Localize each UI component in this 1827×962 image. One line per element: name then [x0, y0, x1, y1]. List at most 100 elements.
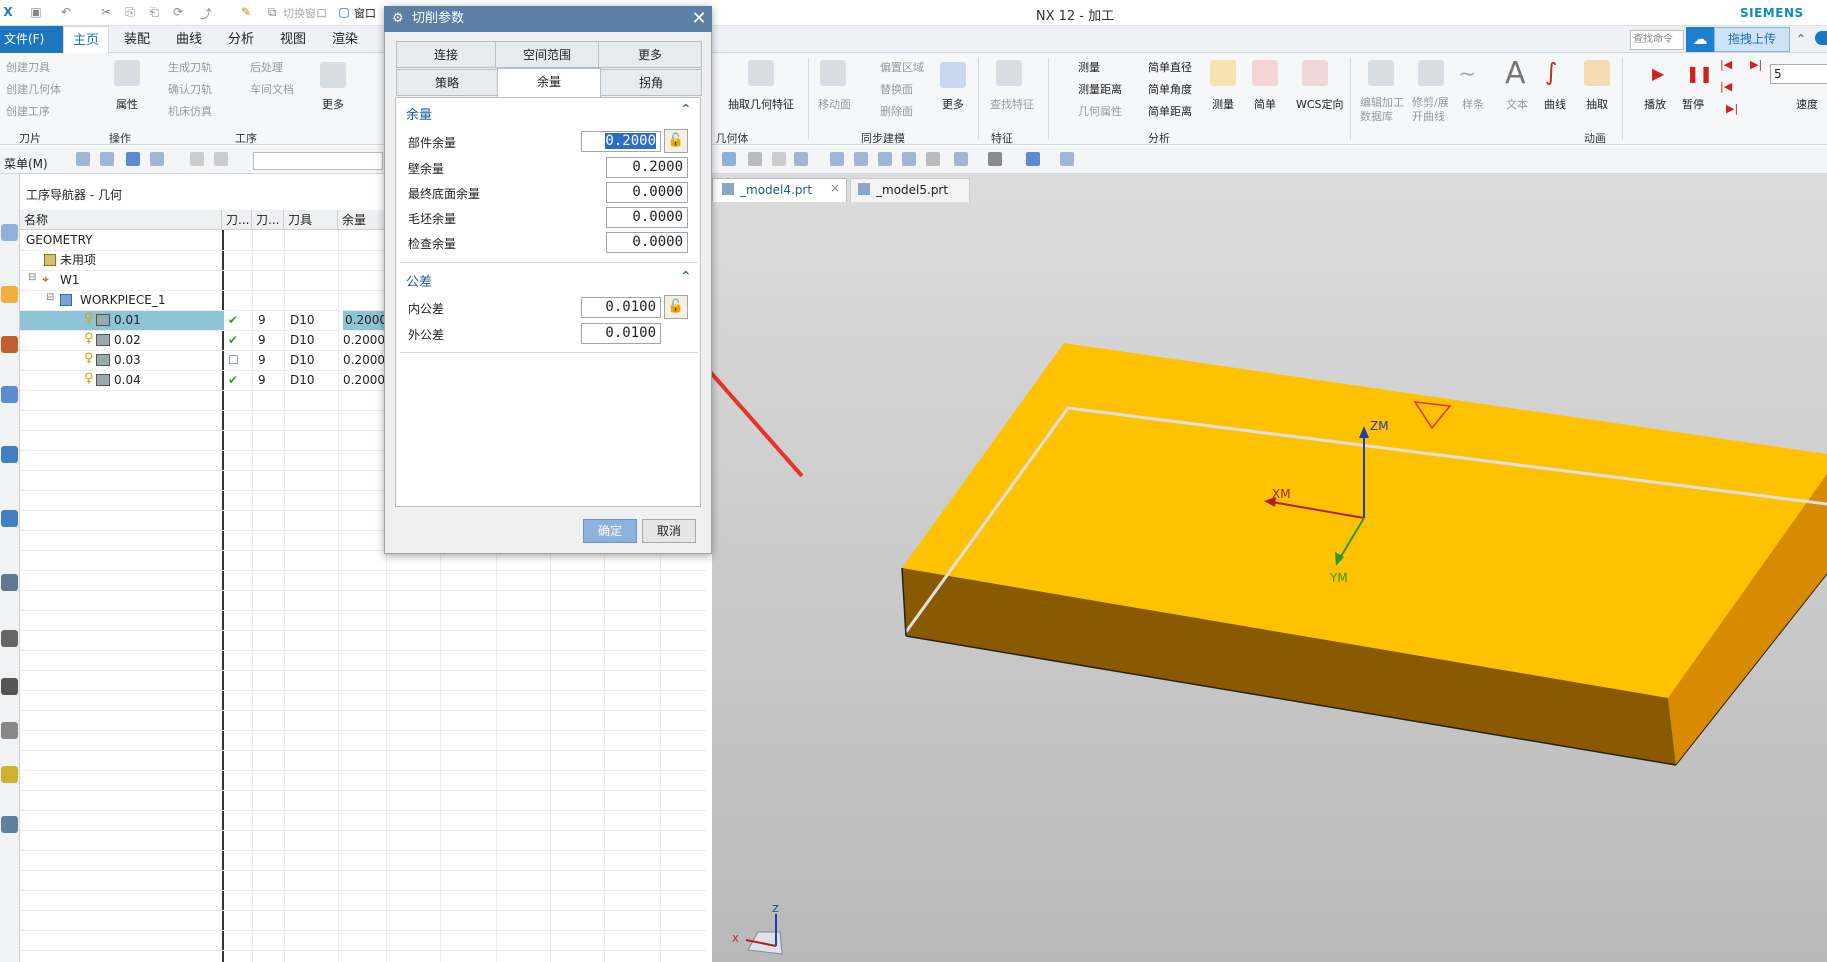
fit-icon[interactable] — [830, 152, 844, 166]
trim-curve-button[interactable]: 修剪/展开曲线 — [1412, 96, 1458, 124]
select-icon[interactable]: ⤴ — [198, 5, 214, 21]
text-button[interactable]: 文本 — [1506, 96, 1528, 112]
tab-assembly[interactable]: 装配 — [114, 26, 160, 53]
simple-large-button[interactable]: 简单 — [1254, 96, 1276, 112]
measure-button[interactable]: 测量 — [1078, 59, 1100, 75]
find-feature-button[interactable]: 查找特征 — [990, 96, 1034, 112]
play-button[interactable]: 播放 — [1644, 96, 1666, 112]
window-icon[interactable]: ▢ — [336, 5, 352, 21]
move-face-icon[interactable] — [820, 60, 846, 86]
check-stock-input[interactable]: 0.0000 — [606, 232, 688, 253]
pause-button[interactable]: 暂停 — [1682, 96, 1704, 112]
collapse-ribbon-icon[interactable]: ⌃ — [1796, 32, 1806, 46]
chevron-up-icon[interactable]: ⌃ — [680, 102, 692, 118]
copy-icon[interactable]: ⎘ — [122, 5, 138, 21]
tab-render[interactable]: 渲染 — [322, 26, 368, 53]
cut-icon[interactable]: ✂ — [98, 5, 114, 21]
sort-icon[interactable] — [214, 152, 228, 166]
part-navigator-icon[interactable] — [1, 224, 18, 241]
create-operation-button[interactable]: 创建工序 — [6, 103, 50, 119]
column-header-tool-num[interactable]: 刀... — [252, 210, 284, 230]
more-icon[interactable] — [320, 62, 346, 88]
part-stock-input[interactable]: 0.2000 — [581, 131, 661, 152]
generate-path-button[interactable]: 生成刀轨 — [168, 59, 212, 75]
close-icon[interactable]: ✕ — [688, 6, 710, 32]
tab-analysis[interactable]: 分析 — [218, 26, 264, 53]
tab-corner[interactable]: 拐角 — [600, 69, 702, 96]
trim-curve-icon[interactable] — [1418, 60, 1444, 86]
extract-geometry-icon[interactable] — [748, 60, 774, 86]
system-materials-icon[interactable] — [1, 766, 18, 783]
tree-row-geometry[interactable]: GEOMETRY — [20, 230, 380, 250]
tree-row-unused[interactable]: 未用项 — [20, 250, 380, 270]
operation-navigator-icon[interactable] — [1, 386, 18, 403]
machine-sim-button[interactable]: 机床仿真 — [168, 103, 212, 119]
machine-view-icon[interactable] — [126, 152, 140, 166]
speed-input[interactable]: 5 — [1770, 64, 1827, 84]
tolerance-section-header[interactable]: 公差 — [406, 271, 432, 290]
extract-icon[interactable] — [1584, 60, 1610, 86]
more-sync-button[interactable]: 更多 — [942, 96, 964, 112]
simple-diameter-button[interactable]: 简单直径 — [1148, 59, 1192, 75]
rewind-icon[interactable]: |◀ — [1720, 80, 1732, 93]
pan-icon[interactable] — [902, 152, 916, 166]
tab-home[interactable]: 主页 — [63, 26, 109, 53]
history-icon[interactable] — [1, 574, 18, 591]
curve-icon[interactable]: ∫ — [1545, 58, 1558, 86]
chevron-up-icon[interactable]: ⌃ — [680, 269, 692, 285]
step-forward-icon[interactable]: ▶| — [1750, 58, 1762, 71]
create-geometry-button[interactable]: 创建几何体 — [6, 81, 61, 97]
touch-mode-icon[interactable]: ✎ — [238, 5, 254, 21]
edit-db-button[interactable]: 编辑加工数据库 — [1360, 96, 1406, 124]
shade-icon[interactable] — [772, 152, 786, 166]
switch-window-icon[interactable]: ⧉ — [264, 5, 280, 21]
tab-curve[interactable]: 曲线 — [166, 26, 212, 53]
delete-face-button[interactable]: 删除面 — [880, 103, 913, 119]
spline-button[interactable]: 样条 — [1462, 96, 1484, 112]
more-button[interactable]: 更多 — [322, 96, 344, 112]
forward-end-icon[interactable]: ▶| — [1726, 102, 1738, 115]
column-header-stock[interactable]: 余量 — [338, 210, 386, 230]
stock-section-header[interactable]: 余量 — [406, 104, 432, 123]
geometry-props-button[interactable]: 几何属性 — [1078, 103, 1122, 119]
repeat-icon[interactable]: ⟳ — [170, 5, 186, 21]
shop-doc-button[interactable]: 车间文档 — [250, 81, 294, 97]
cloud-icon[interactable]: ☁ — [1686, 27, 1714, 52]
tab-stock[interactable]: 余量 — [497, 68, 601, 98]
verify-path-button[interactable]: 确认刀轨 — [168, 81, 212, 97]
window-menu[interactable]: 窗口 — [354, 5, 376, 21]
lock-icon[interactable]: 🔓 — [664, 129, 688, 153]
tab-view[interactable]: 视图 — [270, 26, 316, 53]
paste-icon[interactable]: ⎗ — [146, 5, 162, 21]
properties-button[interactable]: 属性 — [116, 96, 138, 112]
cube-icon[interactable] — [794, 152, 808, 166]
zoom-icon[interactable] — [854, 152, 868, 166]
command-search-input[interactable]: 查找命令 — [1630, 30, 1684, 50]
tree-row-op-1[interactable]: ♀ 0.01 ✔ 9 D10 0.2000 — [20, 310, 391, 330]
play-icon[interactable]: ▶ — [1652, 64, 1664, 83]
spline-icon[interactable]: ∼ — [1458, 62, 1476, 87]
constraint-navigator-icon[interactable] — [1, 336, 18, 353]
pause-icon[interactable]: ❚❚ — [1686, 64, 1713, 83]
method-view-icon[interactable] — [190, 152, 204, 166]
process-studio-icon[interactable] — [1, 630, 18, 647]
properties-icon[interactable] — [114, 60, 140, 86]
dialog-title[interactable]: 切削参数 — [384, 6, 712, 32]
wall-stock-input[interactable]: 0.2000 — [606, 157, 688, 178]
move-face-button[interactable]: 移动面 — [818, 96, 851, 112]
filter-select[interactable] — [253, 152, 383, 170]
tab-strategy[interactable]: 策略 — [396, 69, 498, 96]
collapse-icon[interactable]: ⊟ — [28, 272, 36, 283]
tree-row-op-2[interactable]: ♀ 0.02 ✔ 9 D10 0.2000 — [20, 330, 385, 350]
reuse-library-icon[interactable] — [1, 510, 18, 527]
replace-face-button[interactable]: 替换面 — [880, 81, 913, 97]
geometry-view-icon[interactable] — [150, 152, 164, 166]
simple-icon[interactable] — [1252, 60, 1278, 86]
collapse-icon[interactable]: ⊟ — [46, 292, 54, 303]
floor-stock-input[interactable]: 0.0000 — [606, 182, 688, 203]
tree-row-workpiece[interactable]: ⊟ WORKPIECE_1 — [20, 290, 380, 310]
tab-more[interactable]: 更多 — [598, 41, 702, 68]
postprocess-button[interactable]: 后处理 — [250, 59, 283, 75]
orient-view-icon[interactable] — [954, 152, 968, 166]
assembly-navigator-icon[interactable] — [1, 286, 18, 303]
